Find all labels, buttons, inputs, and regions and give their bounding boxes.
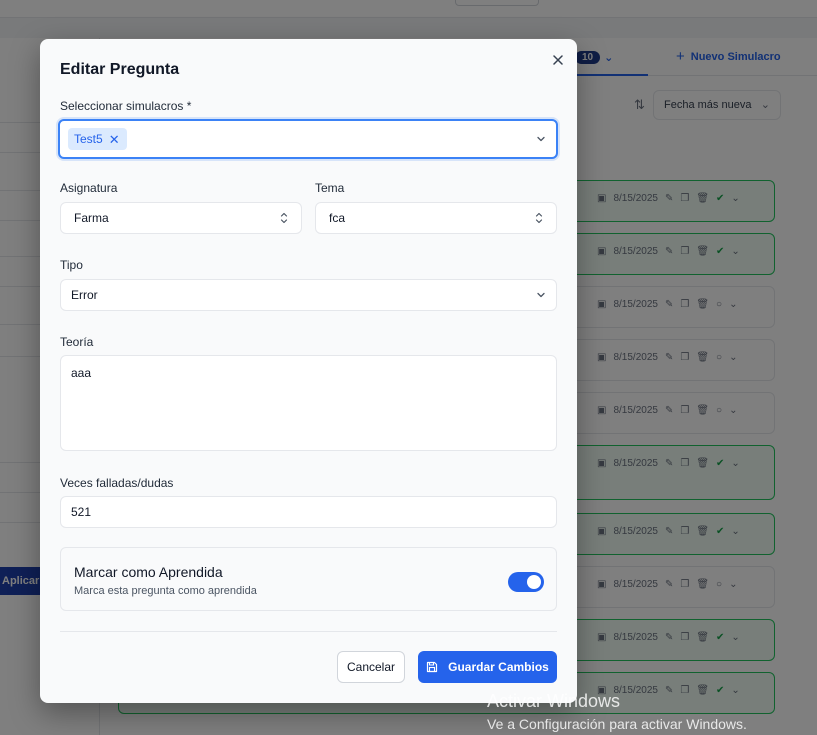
chevron-down-icon	[537, 136, 545, 142]
asignatura-label: Asignatura	[60, 181, 118, 195]
watermark-subtitle: Ve a Configuración para activar Windows.	[487, 716, 747, 732]
close-icon	[553, 55, 563, 65]
veces-value: 521	[71, 505, 92, 519]
learned-toggle-title: Marcar como Aprendida	[74, 564, 223, 580]
chevron-down-icon	[537, 292, 545, 298]
dialog-title: Editar Pregunta	[60, 61, 180, 78]
save-changes-label: Guardar Cambios	[448, 660, 549, 674]
learned-toggle-card: Marcar como Aprendida Marca esta pregunt…	[60, 547, 557, 611]
teoria-textarea[interactable]: aaa	[60, 355, 557, 451]
chevrons-up-down-icon	[535, 212, 543, 224]
windows-activation-watermark: Activar Windows Ve a Configuración para …	[487, 690, 747, 733]
footer-divider	[60, 631, 557, 632]
tema-select[interactable]: fca	[315, 202, 557, 234]
remove-tag-icon[interactable]: ✕	[109, 133, 120, 146]
simulacros-label: Seleccionar simulacros *	[60, 99, 192, 113]
asignatura-select[interactable]: Farma	[60, 202, 302, 234]
save-icon	[427, 661, 438, 673]
tema-value: fca	[329, 211, 346, 225]
save-changes-button[interactable]: Guardar Cambios	[418, 651, 557, 683]
teoria-value: aaa	[71, 366, 92, 380]
simulacros-multiselect[interactable]: Test5 ✕	[58, 119, 558, 159]
simulacro-tag: Test5 ✕	[68, 128, 127, 150]
teoria-label: Teoría	[60, 335, 94, 349]
edit-question-dialog: Editar Pregunta Seleccionar simulacros *…	[40, 39, 577, 703]
switch-knob	[527, 575, 541, 589]
tipo-value: Error	[71, 288, 98, 302]
asignatura-value: Farma	[74, 211, 109, 225]
tipo-select[interactable]: Error	[60, 279, 557, 311]
close-button[interactable]	[549, 51, 567, 69]
veces-input[interactable]: 521	[60, 496, 557, 528]
tipo-label: Tipo	[60, 258, 83, 272]
veces-label: Veces falladas/dudas	[60, 476, 174, 490]
cancel-button[interactable]: Cancelar	[337, 651, 405, 683]
learned-toggle-description: Marca esta pregunta como aprendida	[74, 585, 257, 597]
simulacro-tag-label: Test5	[74, 132, 103, 146]
learned-switch[interactable]	[508, 572, 544, 592]
watermark-title: Activar Windows	[487, 691, 621, 711]
chevrons-up-down-icon	[280, 212, 288, 224]
tema-label: Tema	[315, 181, 345, 195]
